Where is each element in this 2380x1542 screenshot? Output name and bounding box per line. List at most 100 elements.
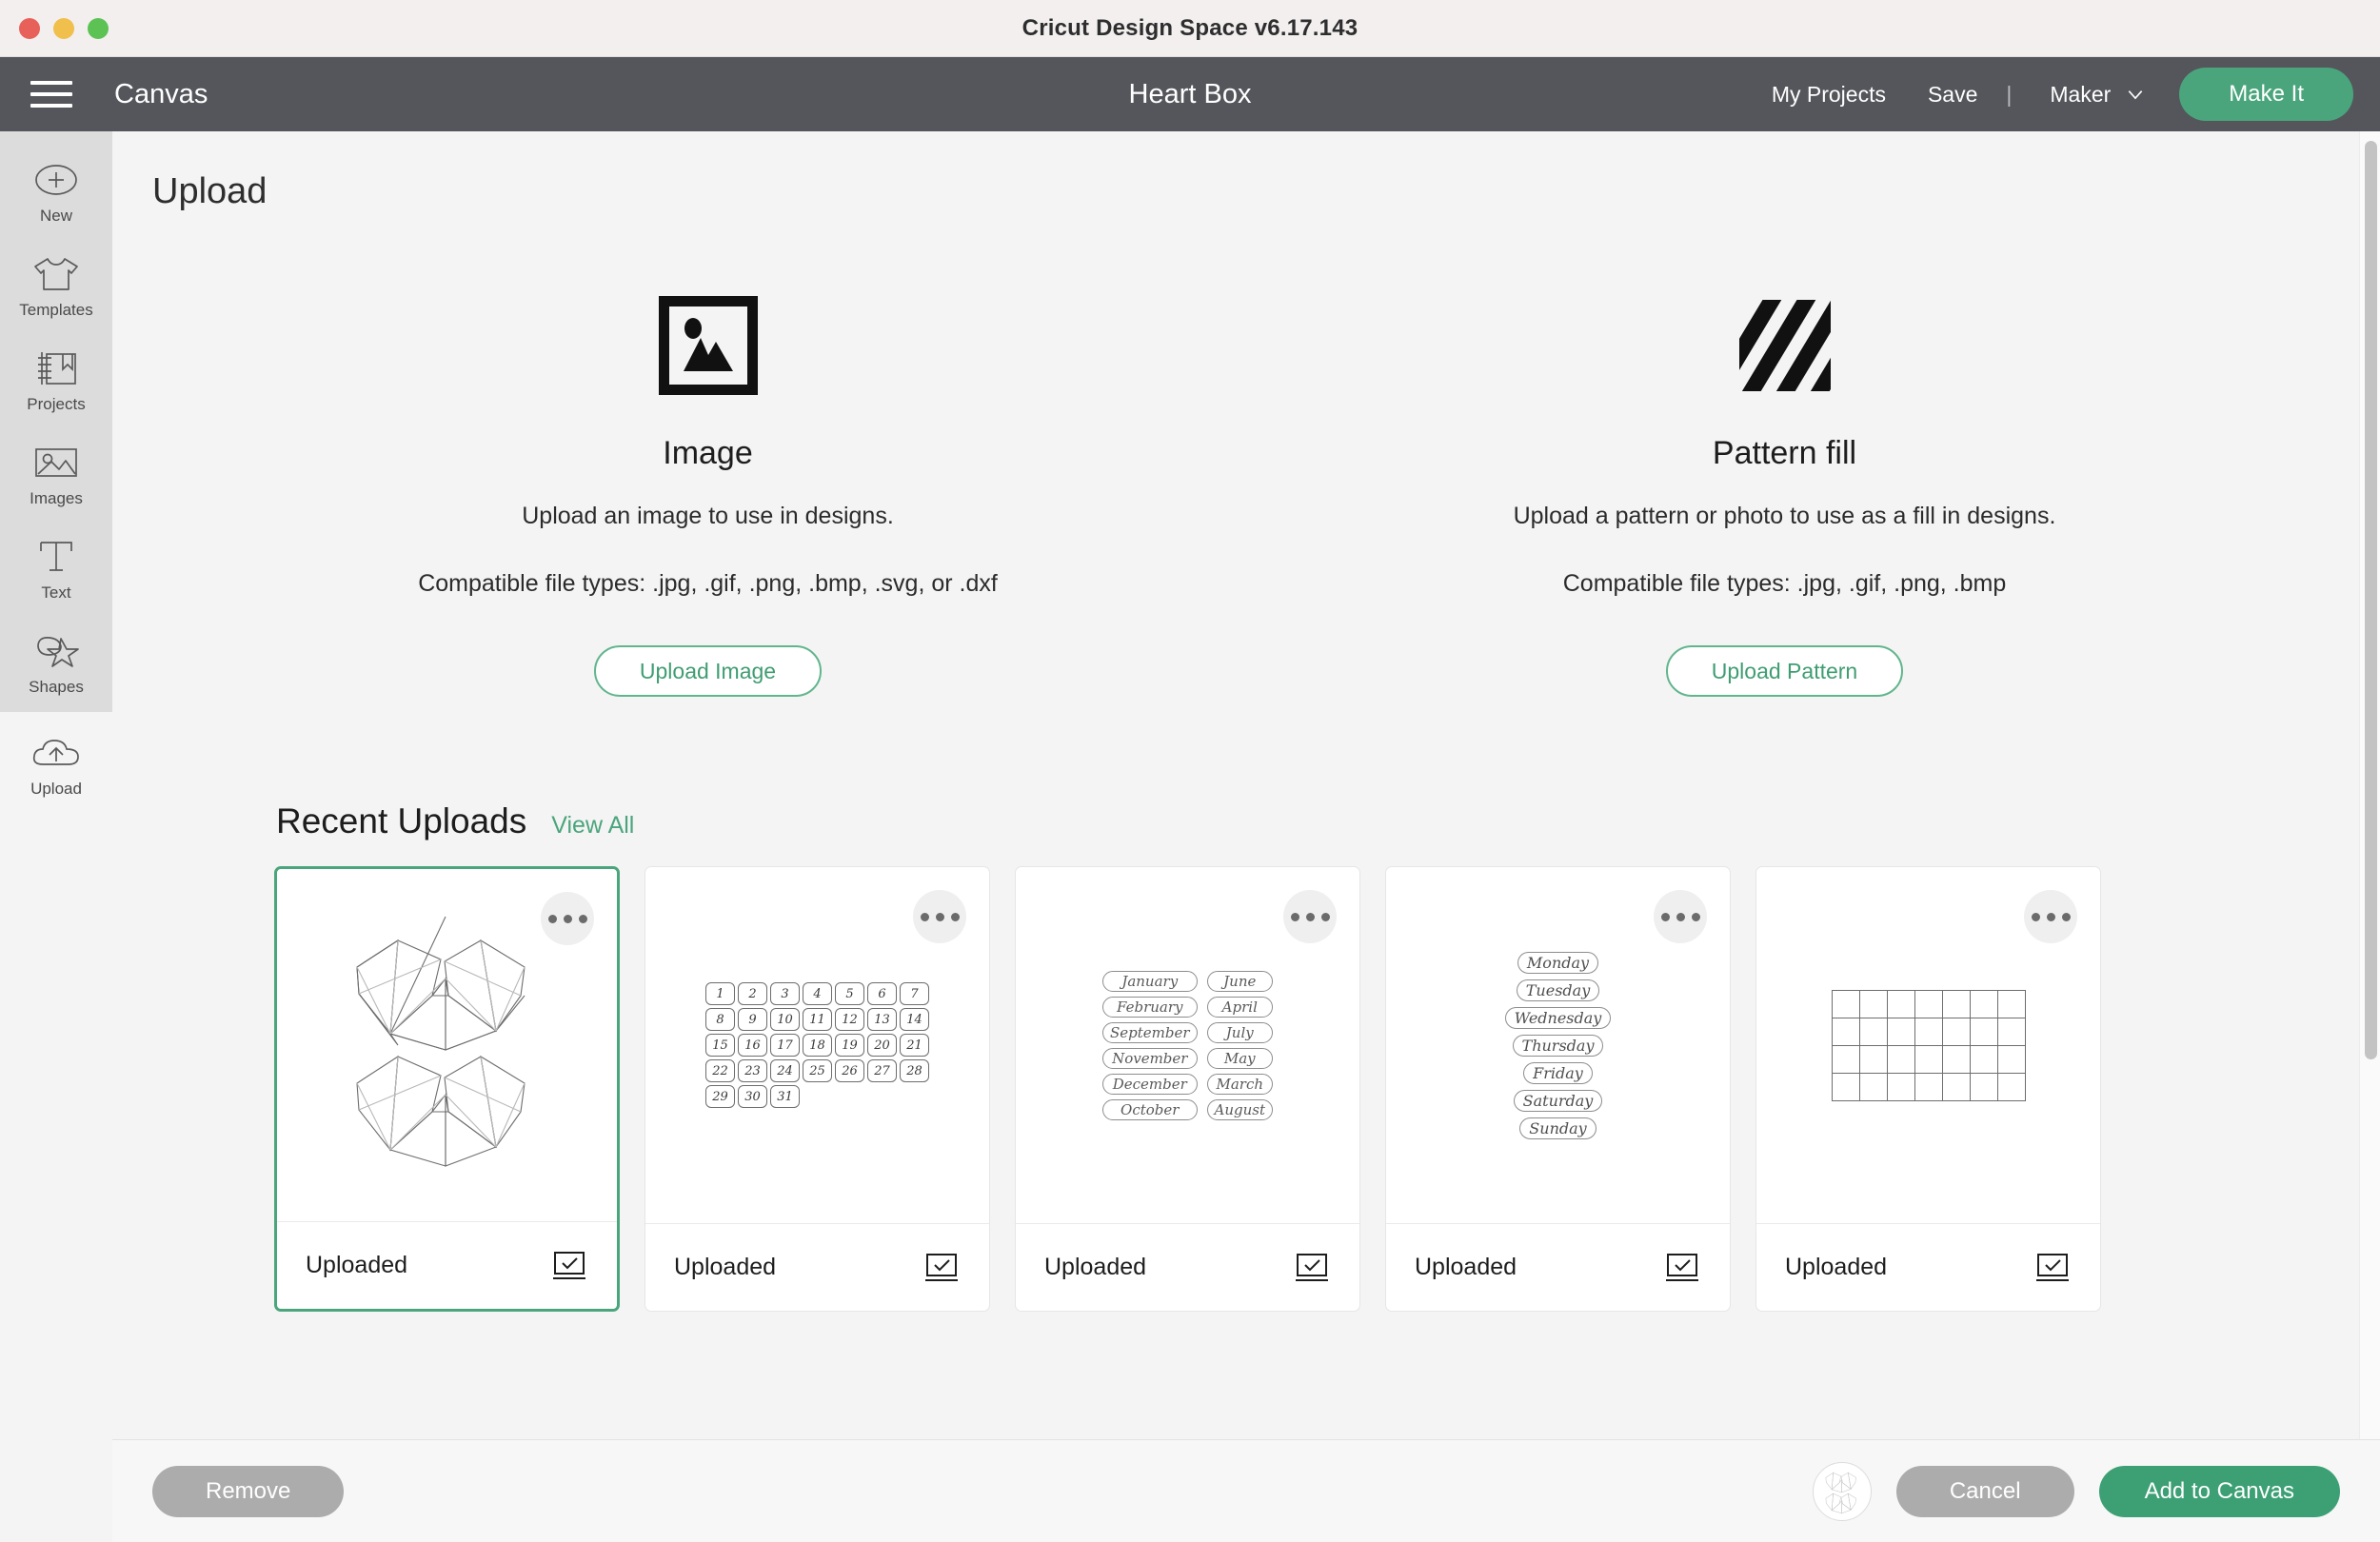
selected-upload-preview	[1812, 1461, 1872, 1521]
upload-choices: Image Upload an image to use in designs.…	[112, 288, 2380, 697]
sidebar-item-projects[interactable]: Projects	[0, 335, 112, 429]
upload-card-footer: Uploaded	[277, 1221, 617, 1309]
cancel-button[interactable]: Cancel	[1895, 1465, 2074, 1517]
upload-pattern-button[interactable]: Upload Pattern	[1665, 645, 1904, 697]
month-name-label: August	[1206, 1098, 1274, 1120]
calendar-grid-cell	[1997, 1073, 2026, 1101]
window-title: Cricut Design Space v6.17.143	[1021, 14, 1359, 41]
sidebar-item-new[interactable]: New	[0, 147, 112, 241]
calendar-number-cell: 3	[770, 982, 800, 1005]
month-name-label: April	[1206, 996, 1274, 1018]
calendar-number-cell: 28	[900, 1059, 929, 1082]
tool-rail-top: New Templates Projects Images Text Shape…	[0, 131, 112, 712]
calendar-grid-cell	[1859, 1045, 1888, 1074]
cut-type-icon[interactable]	[1663, 1252, 1701, 1284]
more-options-icon[interactable]	[1283, 890, 1337, 943]
machine-name-label: Maker	[2050, 81, 2112, 107]
calendar-grid-cell	[1832, 1018, 1860, 1046]
cut-type-icon[interactable]	[2033, 1252, 2072, 1284]
calendar-grid-cell	[1832, 990, 1860, 1018]
diagonal-stripes-icon	[1735, 288, 1835, 403]
weekday-name-label: Thursday	[1512, 1034, 1604, 1057]
cut-type-icon[interactable]	[1293, 1252, 1331, 1284]
calendar-grid-cell	[1997, 1018, 2026, 1046]
calendar-number-cell: 26	[835, 1059, 864, 1082]
upload-card-calendar-grid[interactable]: Uploaded	[1755, 866, 2101, 1312]
scrollbar-thumb[interactable]	[2365, 141, 2377, 1059]
upload-card-weekday-names[interactable]: Monday Tuesday Wednesday Thursday Friday Satu…	[1385, 866, 1731, 1312]
calendar-number-cell: 22	[705, 1059, 735, 1082]
calendar-grid-cell	[1859, 990, 1888, 1018]
calendar-grid-cell	[1970, 1018, 1998, 1046]
vertical-scrollbar[interactable]	[2359, 131, 2380, 1439]
upload-choice-description: Upload an image to use in designs.	[522, 503, 894, 529]
calendar-grid-cell	[1914, 1073, 1943, 1101]
calendar-grid-cell	[1832, 1045, 1860, 1074]
sidebar-item-images[interactable]: Images	[0, 429, 112, 524]
calendar-grid-cell	[1942, 1018, 1971, 1046]
upload-card-thumbnail: 1 2 3 4 5 6 7 8 9 10 11 12 13 14 15 16 17 18 19 20 21 22 23 24 2…	[645, 867, 989, 1223]
sidebar-label-images: Images	[30, 489, 83, 507]
calendar-grid-cell	[1970, 1073, 1998, 1101]
calendar-grid-cell	[1997, 1045, 2026, 1074]
view-all-link[interactable]: View All	[551, 812, 634, 840]
sidebar-item-upload[interactable]: Upload	[0, 712, 112, 814]
calendar-grid-thumb	[1831, 989, 2026, 1101]
calendar-grid-cell	[1914, 1018, 1943, 1046]
add-to-canvas-button[interactable]: Add to Canvas	[2098, 1465, 2340, 1517]
weekday-name-label: Saturday	[1513, 1089, 1603, 1112]
recent-uploads-list: Uploaded 1 2 3 4 5 6 7 8 9 10 11 12 13 14 15 16 17 18 19 20…	[112, 841, 2380, 1312]
calendar-number-cell: 29	[705, 1085, 735, 1108]
my-projects-link[interactable]: My Projects	[1751, 82, 1907, 108]
make-it-button[interactable]: Make It	[2179, 68, 2353, 121]
header-divider: |	[2006, 81, 2013, 107]
sidebar-item-text[interactable]: Text	[0, 524, 112, 618]
more-options-icon[interactable]	[2024, 890, 2077, 943]
calendar-number-cell: 18	[803, 1034, 832, 1057]
weekday-name-label: Friday	[1523, 1061, 1593, 1084]
month-name-label: September	[1101, 1021, 1198, 1043]
upload-action-bar: Remove Cancel Add to Canvas	[112, 1439, 2380, 1542]
calendar-number-cell: 6	[867, 982, 897, 1005]
remove-button[interactable]: Remove	[152, 1465, 345, 1517]
upload-image-button[interactable]: Upload Image	[593, 645, 823, 697]
sidebar-item-shapes[interactable]: Shapes	[0, 618, 112, 712]
more-options-icon[interactable]	[541, 892, 594, 945]
cut-type-icon[interactable]	[550, 1250, 588, 1282]
upload-card-status: Uploaded	[306, 1252, 408, 1278]
month-names-thumb: January June February April September July Nov…	[1101, 970, 1274, 1120]
upload-card-footer: Uploaded	[1756, 1223, 2100, 1311]
tshirt-icon	[31, 254, 81, 294]
month-name-label: January	[1101, 970, 1198, 992]
sidebar-item-templates[interactable]: Templates	[0, 241, 112, 335]
weekday-name-label: Wednesday	[1504, 1006, 1612, 1029]
more-options-icon[interactable]	[913, 890, 966, 943]
calendar-number-cell: 24	[770, 1059, 800, 1082]
upload-card-month-names[interactable]: January June February April September July Nov…	[1015, 866, 1360, 1312]
upload-card-calendar-numbers[interactable]: 1 2 3 4 5 6 7 8 9 10 11 12 13 14 15 16 17 18 19 20 21 22 23 24 2…	[645, 866, 990, 1312]
calendar-grid-cell	[1832, 1073, 1860, 1101]
more-options-icon[interactable]	[1654, 890, 1707, 943]
save-button[interactable]: Save	[1907, 82, 1998, 108]
upload-choice-title: Image	[663, 435, 753, 471]
hamburger-menu-icon[interactable]	[30, 81, 72, 108]
upload-panel: Upload Image Upload an image to use in d…	[112, 131, 2380, 1542]
upload-choice-description: Upload a pattern or photo to use as a fi…	[1513, 503, 2056, 529]
weekday-name-label: Monday	[1517, 951, 1599, 974]
upload-card-thumbnail	[277, 869, 617, 1221]
month-name-label: June	[1206, 970, 1274, 992]
calendar-number-cell: 27	[867, 1059, 897, 1082]
recent-uploads-header: Recent Uploads View All	[112, 801, 2380, 841]
calendar-grid-cell	[1970, 990, 1998, 1018]
calendar-grid-cell	[1887, 1045, 1915, 1074]
upload-choice-title: Pattern fill	[1712, 435, 1857, 471]
calendar-grid-cell	[1914, 1045, 1943, 1074]
upload-card-geometric-heart-box[interactable]: Uploaded	[274, 866, 620, 1312]
sidebar-label-templates: Templates	[19, 301, 93, 319]
upload-card-status: Uploaded	[1785, 1254, 1888, 1280]
upload-card-thumbnail	[1756, 867, 2100, 1223]
machine-selector[interactable]: Maker	[2019, 82, 2162, 108]
month-name-label: February	[1101, 996, 1198, 1018]
cut-type-icon[interactable]	[922, 1252, 961, 1284]
canvas-link[interactable]: Canvas	[114, 79, 208, 110]
